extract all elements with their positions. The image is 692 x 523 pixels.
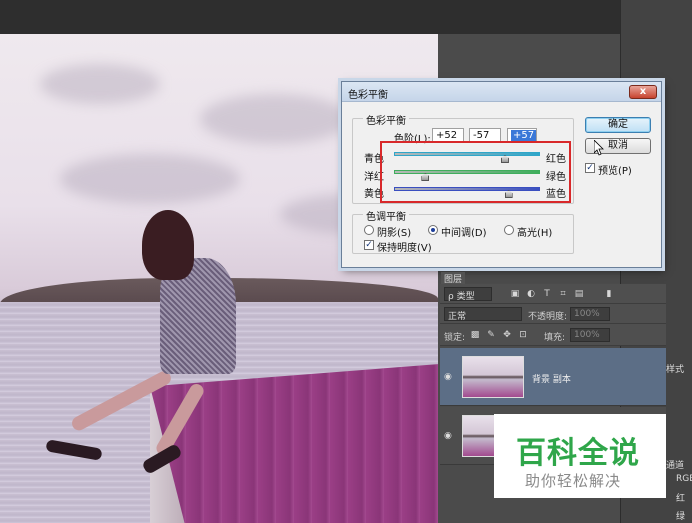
fill-field[interactable]: 100%	[570, 328, 610, 342]
lock-position-icon[interactable]: ✥	[502, 330, 512, 340]
type-filter-icon[interactable]: T	[542, 289, 552, 299]
lock-label: 锁定:	[444, 333, 466, 343]
visibility-eye-icon[interactable]: ◉	[444, 431, 456, 441]
highlight-box	[380, 141, 571, 203]
check-icon: ✓	[586, 163, 594, 173]
midtones-label: 中间调(D)	[441, 228, 487, 239]
options-bar	[0, 0, 692, 34]
channel-rgb[interactable]: RGB	[676, 474, 692, 484]
mouse-cursor-icon	[594, 140, 604, 156]
channel-red[interactable]: 红	[676, 491, 685, 504]
opacity-label: 不透明度:	[528, 312, 568, 322]
layers-filter-row: ρ 类型 ▣ ◐ T ⌗ ▤ ▮	[440, 284, 666, 304]
opacity-field[interactable]: 100%	[570, 307, 610, 321]
group-label: 色彩平衡	[363, 112, 409, 127]
lock-transparent-icon[interactable]: ▩	[470, 330, 480, 340]
dialog-titlebar[interactable]: 色彩平衡 x	[342, 82, 661, 102]
photoshop-workspace: 色彩平衡 x 色彩平衡 色调平衡 色阶(L): +52 -57 +57 青色 红…	[0, 0, 692, 523]
smart-object-filter-icon[interactable]: ▤	[574, 289, 584, 299]
cloud	[60, 154, 240, 204]
ok-button[interactable]: 确定	[585, 117, 651, 133]
lock-fill-row: 锁定: ▩ ✎ ✥ ⊡ 填充: 100%	[440, 324, 666, 346]
layers-tab[interactable]: 图层	[441, 272, 465, 285]
layer-name: 背景 副本	[532, 375, 571, 385]
shadows-label: 阴影(S)	[377, 228, 412, 239]
styles-panel-tab[interactable]: 样式	[666, 362, 684, 375]
preserve-luminosity-checkbox[interactable]: ✓	[364, 240, 374, 250]
midtones-radio[interactable]	[428, 225, 438, 235]
cloud	[200, 94, 350, 144]
close-button[interactable]: x	[629, 85, 657, 99]
visibility-eye-icon[interactable]: ◉	[444, 372, 456, 382]
channel-green[interactable]: 绿	[676, 509, 685, 522]
close-icon: x	[639, 86, 647, 97]
layer-thumbnail	[462, 356, 524, 398]
adjustment-filter-icon[interactable]: ◐	[526, 289, 536, 299]
preserve-luminosity-label: 保持明度(V)	[377, 243, 432, 254]
watermark-title: 百科全说	[516, 436, 640, 471]
layer-row-background-copy[interactable]: ◉ 背景 副本	[440, 348, 666, 406]
lock-image-icon[interactable]: ✎	[486, 330, 496, 340]
blend-mode-dropdown[interactable]: 正常	[444, 307, 522, 322]
highlights-radio[interactable]	[504, 225, 514, 235]
lock-all-icon[interactable]: ⊡	[518, 330, 528, 340]
shape-filter-icon[interactable]: ⌗	[558, 289, 568, 299]
blend-opacity-row: 正常 不透明度: 100%	[440, 304, 666, 324]
watermark-logo: 百科全说 助你轻松解决	[494, 414, 666, 498]
preview-label: 预览(P)	[598, 166, 632, 177]
channels-panel-tab[interactable]: 通道	[666, 458, 684, 471]
filter-toggle-icon[interactable]: ▮	[604, 289, 614, 299]
dialog-title: 色彩平衡	[348, 90, 388, 101]
highlights-label: 高光(H)	[517, 228, 553, 239]
watermark-subtitle: 助你轻松解决	[525, 472, 622, 490]
cloud	[40, 64, 160, 104]
pixel-filter-icon[interactable]: ▣	[510, 289, 520, 299]
girl-hair	[142, 210, 194, 280]
fill-label: 填充:	[544, 333, 566, 343]
group-label: 色调平衡	[363, 208, 409, 223]
shadows-radio[interactable]	[364, 225, 374, 235]
preview-checkbox[interactable]: ✓	[585, 163, 595, 173]
layer-filter-dropdown[interactable]: ρ 类型	[444, 287, 492, 302]
check-icon: ✓	[365, 240, 373, 250]
